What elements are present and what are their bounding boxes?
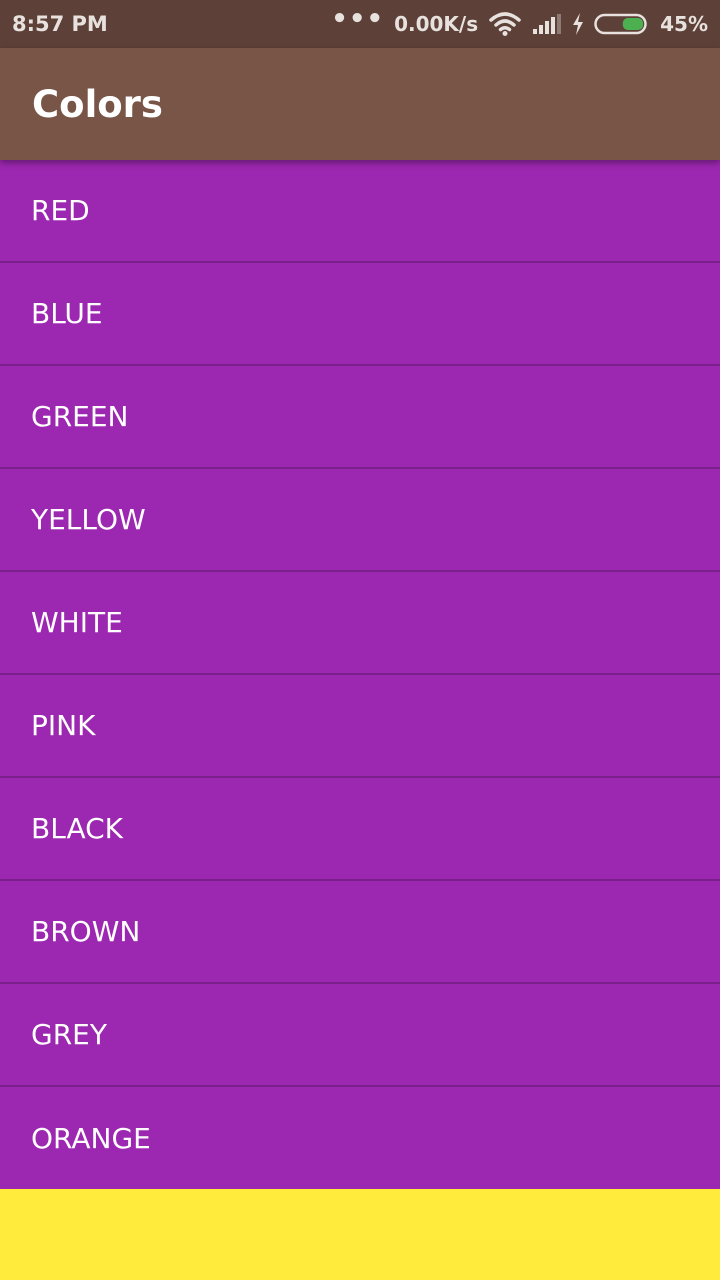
screen: 8:57 PM ••• 0.00K/s 45% Colors RED BLUE … bbox=[0, 0, 720, 1280]
wifi-icon bbox=[488, 11, 522, 37]
more-dots-icon: ••• bbox=[331, 4, 385, 34]
signal-icon bbox=[532, 13, 562, 35]
list-item-pink[interactable]: PINK bbox=[0, 675, 720, 778]
list-item-white[interactable]: WHITE bbox=[0, 572, 720, 675]
charging-bolt-icon bbox=[572, 13, 584, 35]
status-icons: ••• 0.00K/s 45% bbox=[331, 6, 708, 37]
battery-icon bbox=[594, 13, 650, 35]
list-item-yellow[interactable]: YELLOW bbox=[0, 469, 720, 572]
app-title: Colors bbox=[32, 82, 163, 126]
colors-list: RED BLUE GREEN YELLOW WHITE PINK BLACK B… bbox=[0, 160, 720, 1189]
list-item-grey[interactable]: GREY bbox=[0, 984, 720, 1087]
list-item-orange[interactable]: ORANGE bbox=[0, 1087, 720, 1189]
app-bar: Colors bbox=[0, 48, 720, 160]
list-item-red[interactable]: RED bbox=[0, 160, 720, 263]
list-item-blue[interactable]: BLUE bbox=[0, 263, 720, 366]
list-item-green[interactable]: GREEN bbox=[0, 366, 720, 469]
list-item-brown[interactable]: BROWN bbox=[0, 881, 720, 984]
network-speed: 0.00K/s bbox=[394, 12, 479, 36]
status-bar: 8:57 PM ••• 0.00K/s 45% bbox=[0, 0, 720, 48]
battery-percent: 45% bbox=[660, 12, 708, 36]
list-item-black[interactable]: BLACK bbox=[0, 778, 720, 881]
status-time: 8:57 PM bbox=[12, 12, 108, 36]
